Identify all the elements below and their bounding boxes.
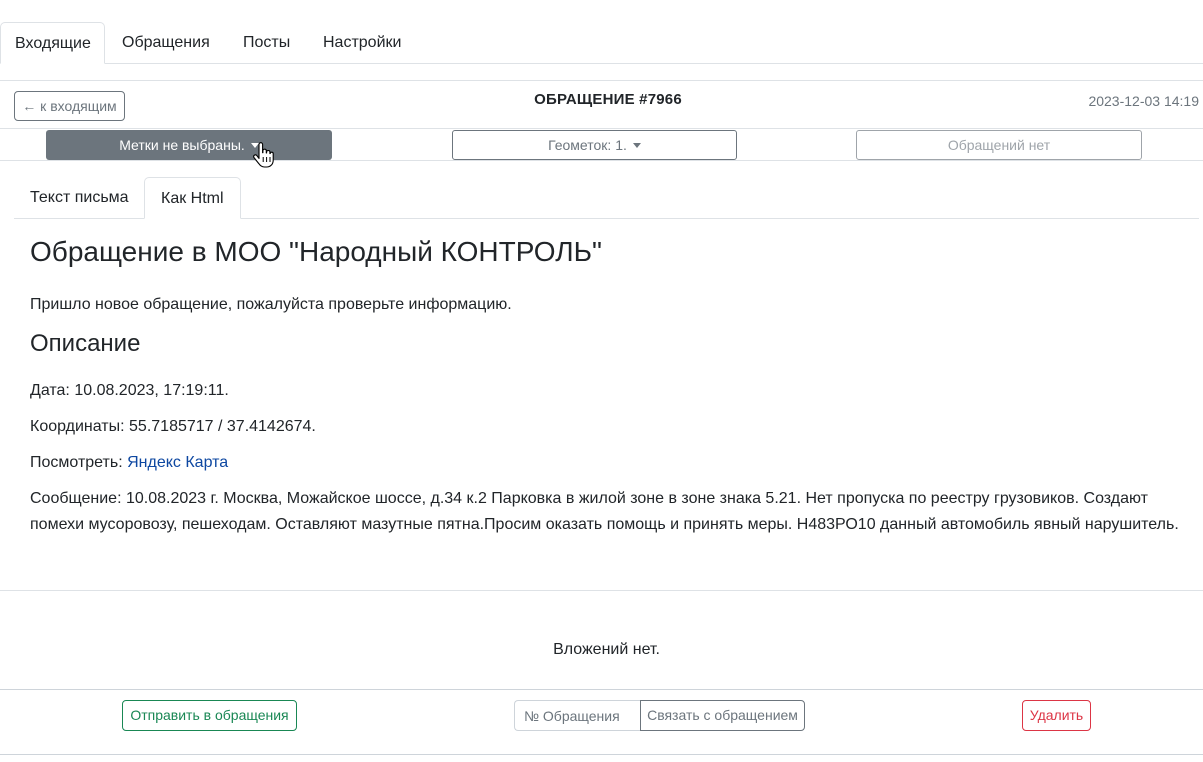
controls-row: Метки не выбраны. Геометок: 1. Обращений… xyxy=(0,129,1203,161)
tab-posts[interactable]: Посты xyxy=(229,22,304,64)
hand-cursor-icon xyxy=(253,142,274,168)
view-line: Посмотреть: Яндекс Карта xyxy=(30,450,1195,476)
footer-actions: Отправить в обращения Связать с обращени… xyxy=(0,689,1203,755)
chevron-down-icon xyxy=(632,143,641,148)
send-to-appeals-button[interactable]: Отправить в обращения xyxy=(122,700,297,731)
main-nav-tabs: Входящие Обращения Посты Настройки xyxy=(0,22,1203,64)
link-with-appeal-button[interactable]: Связать с обращением xyxy=(640,700,805,731)
tab-appeals[interactable]: Обращения xyxy=(108,22,224,64)
delete-button[interactable]: Удалить xyxy=(1022,700,1091,731)
geotags-dropdown-label: Геометок: 1. xyxy=(548,137,627,153)
content-view-tabs: Текст письма Как Html xyxy=(14,177,1199,219)
geotags-dropdown-button[interactable]: Геометок: 1. xyxy=(452,130,737,160)
appeal-number-input[interactable] xyxy=(514,700,641,731)
date-line: Дата: 10.08.2023, 17:19:11. xyxy=(30,382,229,399)
section-title: Описание xyxy=(30,330,141,357)
attachments-status: Вложений нет. xyxy=(553,641,660,658)
letter-heading: Обращение в МОО "Народный КОНТРОЛЬ" xyxy=(30,236,602,267)
appeals-button[interactable]: Обращений нет xyxy=(856,130,1142,160)
tab-inbox[interactable]: Входящие xyxy=(0,22,105,64)
tags-dropdown-label: Метки не выбраны. xyxy=(119,137,245,153)
appeal-header: ← к входящим ОБРАЩЕНИЕ #7966 2023-12-03 … xyxy=(0,80,1203,129)
yandex-map-link[interactable]: Яндекс Карта xyxy=(127,454,228,471)
appeal-timestamp: 2023-12-03 14:19 xyxy=(1088,93,1199,109)
tab-settings[interactable]: Настройки xyxy=(309,22,415,64)
view-prefix: Посмотреть: xyxy=(30,454,128,471)
divider xyxy=(0,590,1203,591)
letter-body: Обращение в МОО "Народный КОНТРОЛЬ" Приш… xyxy=(30,234,1195,548)
tags-dropdown-button[interactable]: Метки не выбраны. xyxy=(46,130,332,160)
tab-letter-text[interactable]: Текст письма xyxy=(14,177,145,219)
coordinates-line: Координаты: 55.7185717 / 37.4142674. xyxy=(30,418,316,435)
tab-as-html[interactable]: Как Html xyxy=(144,177,241,219)
page-title: ОБРАЩЕНИЕ #7966 xyxy=(534,91,682,108)
letter-intro: Пришло новое обращение, пожалуйста прове… xyxy=(30,296,512,313)
message-text: Сообщение: 10.08.2023 г. Москва, Можайск… xyxy=(30,490,1179,533)
